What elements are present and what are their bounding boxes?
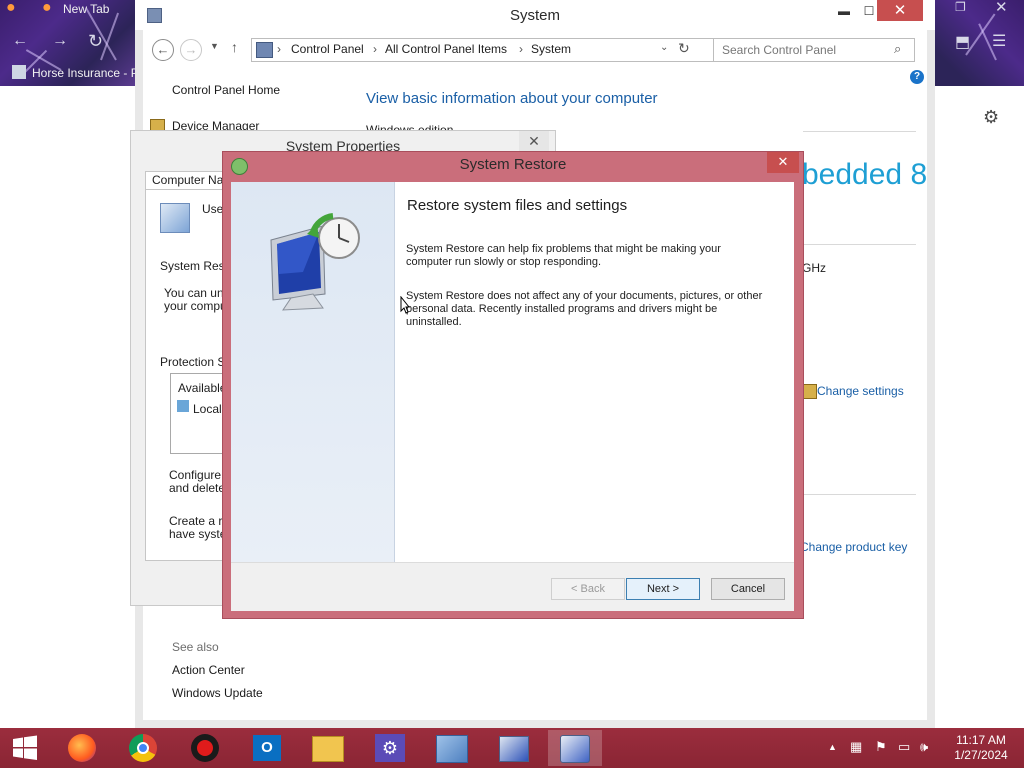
windows-edition-title: bedded 8 [802,158,928,191]
back-arrow-icon[interactable]: ← [12,32,28,50]
clock-time: 11:17 AM [956,733,1006,747]
dialog-title: System Restore [459,156,567,173]
chrome-taskbar-item[interactable] [116,730,170,766]
tab-new-tab[interactable]: New Tab [63,2,109,16]
system-restore-taskbar-item[interactable] [548,730,602,766]
up-arrow-icon[interactable]: ↑ [231,39,238,55]
description-line: You can und [164,286,231,300]
configure-text: and delete [169,481,226,495]
volume-icon[interactable]: 🕪 [920,739,928,755]
start-button[interactable] [0,730,50,766]
see-also-heading: See also [172,640,219,654]
cancel-button[interactable]: Cancel [711,578,785,600]
back-button[interactable]: ← [152,39,174,61]
wizard-paragraph: System Restore does not affect any of yo… [406,290,763,328]
wizard-body: Restore system files and settings System… [231,182,794,611]
system-restore-icon [560,735,590,763]
browser-tabstrip-left: ● ● New Tab ← → ↻ Horse Insurance - P [0,0,135,86]
firefox-icon [68,734,96,762]
recorder-taskbar-item[interactable] [178,730,232,766]
list-item[interactable]: Local [193,402,222,416]
close-icon[interactable]: ✕ [519,131,549,152]
close-icon[interactable]: ✕ [767,152,799,173]
close-icon[interactable]: ✕ [877,0,923,21]
bookmark-horse-insurance[interactable]: Horse Insurance - P [32,66,135,80]
search-input[interactable]: Search Control Panel ⌕ [713,38,915,62]
control-panel-titlebar: System ▬ ☐ ✕ [135,0,935,30]
clock-date: 1/27/2024 [954,748,1008,762]
breadcrumb-control-panel[interactable]: Control Panel [291,42,364,56]
control-panel-taskbar-item[interactable] [425,730,479,766]
wizard-footer: < Back Next > Cancel [231,562,794,611]
recent-pages-icon[interactable]: ▼ [210,41,219,51]
display-icon[interactable]: ▭ [898,739,910,755]
firefox-tab-icon: ● [6,0,16,16]
list-header: Available [178,381,227,395]
browser-tabstrip-right: ❐ ✕ ⬒ ☰ [935,0,1024,86]
action-center-link[interactable]: Action Center [172,663,245,677]
use-text: Use [202,202,224,216]
forward-arrow-icon[interactable]: → [52,32,68,50]
menu-icon[interactable]: ☰ [992,31,1006,51]
firefox-tab-icon: ● [42,0,52,16]
chevron-right-icon: › [519,42,523,56]
file-explorer-taskbar-item[interactable] [301,730,355,766]
help-icon[interactable]: ? [910,70,924,84]
system-clock[interactable]: 11:17 AM 1/27/2024 [942,733,1020,763]
wizard-sidebar [231,182,395,562]
gear-icon: ⚙ [375,734,405,762]
flag-icon[interactable]: ⚑ [875,739,887,755]
computer-clock-icon [270,213,360,311]
change-product-key-link[interactable]: Change product key [800,540,907,554]
taskbar: O ⚙ ▲ ▦ ⚑ ▭ 🕪 11:17 AM 1/27/2024 [0,728,1024,768]
firefox-taskbar-item[interactable] [55,730,109,766]
reload-icon[interactable]: ↻ [88,31,103,52]
refresh-icon[interactable]: ↻ [678,40,690,57]
create-text: Create a re [169,514,230,528]
page-heading: View basic information about your comput… [366,90,658,107]
extensions-icon[interactable]: ⬒ [955,32,970,52]
wizard-content: Restore system files and settings System… [395,182,794,562]
window-title: System [509,7,560,24]
outlook-icon: O [253,735,281,761]
chevron-down-icon[interactable]: ⌄ [660,42,668,53]
control-panel-icon [436,735,468,763]
wizard-paragraph: System Restore can help fix problems tha… [406,243,721,268]
system-restore-dialog: System Restore ✕ Restore system files an… [222,151,804,619]
settings-gear-icon[interactable]: ⚙ [983,107,999,128]
control-panel-icon [256,42,273,58]
bookmark-favicon [12,65,26,79]
change-settings-link[interactable]: Change settings [817,384,904,398]
close-window-icon[interactable]: ✕ [995,0,1008,16]
settings-taskbar-item[interactable]: ⚙ [363,730,417,766]
shield-icon [802,384,817,399]
system-restore-icon [160,203,190,233]
chevron-right-icon: › [277,42,281,56]
control-panel-home-link[interactable]: Control Panel Home [172,83,280,97]
next-button[interactable]: Next > [626,578,700,600]
wizard-heading: Restore system files and settings [407,197,628,214]
chevron-right-icon: › [373,42,377,56]
show-hidden-icons-icon[interactable]: ▲ [828,742,837,752]
windows-logo-icon [13,735,37,760]
drive-icon [177,400,189,412]
outlook-taskbar-item[interactable]: O [240,730,294,766]
forward-button[interactable]: → [180,39,202,61]
breadcrumb-all-items[interactable]: All Control Panel Items [385,42,507,56]
search-placeholder: Search Control Panel [722,43,837,57]
record-icon [191,734,219,762]
mouse-cursor-icon [400,296,410,314]
processor-speed: GHz [802,261,826,275]
network-icon[interactable]: ▦ [850,739,862,755]
chrome-icon [129,734,157,762]
folder-icon [312,736,344,762]
search-icon[interactable]: ⌕ [894,41,901,57]
restore-window-icon[interactable]: ❐ [955,0,966,14]
breadcrumb-system[interactable]: System [531,42,571,56]
system-taskbar-item[interactable] [487,730,541,766]
windows-update-link[interactable]: Windows Update [172,686,263,700]
computer-icon [499,736,529,762]
back-button[interactable]: < Back [551,578,625,600]
